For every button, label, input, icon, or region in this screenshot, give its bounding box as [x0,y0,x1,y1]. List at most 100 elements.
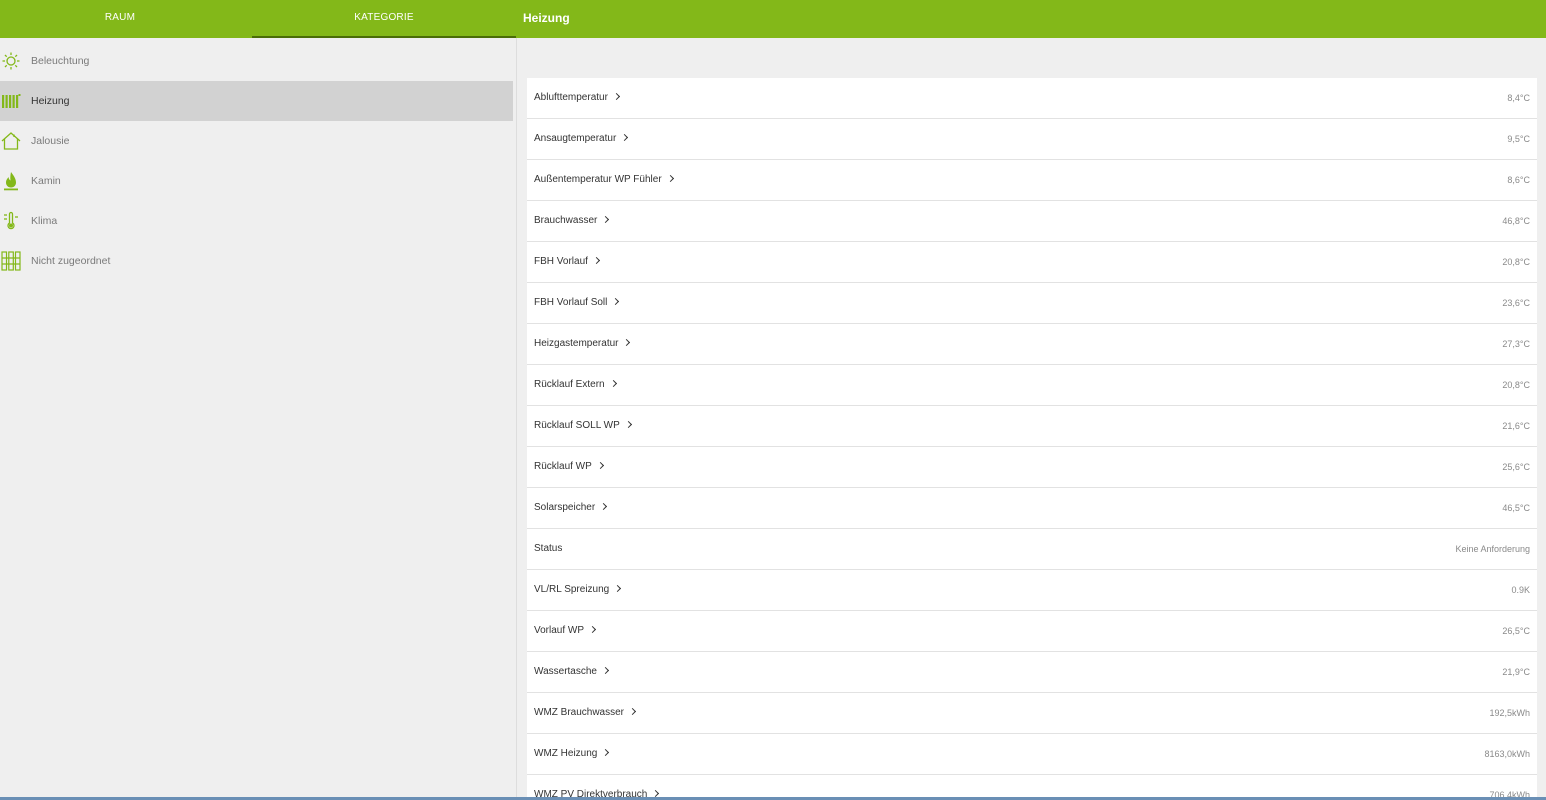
list-item-label: Vorlauf WP [534,625,585,636]
sidebar-item-klima[interactable]: Klima [0,201,513,241]
list-item-label: Rücklauf SOLL WP [534,420,620,431]
list-item[interactable]: Außentemperatur WP Fühler 8,6°C [527,160,1537,201]
chevron-right-icon [652,789,660,798]
sidebar-item-label: Kamin [31,175,61,187]
chevron-right-icon [588,625,597,634]
chevron-right-icon [666,174,674,183]
list-item-label: Ablufttemperatur [534,92,608,103]
list-item[interactable]: Rücklauf WP 25,6°C [527,447,1537,488]
sidebar-item-label: Nicht zugeordnet [31,255,111,267]
sidebar-item-label: Klima [31,215,58,227]
list-item-label: Brauchwasser [534,215,598,226]
list-item-value: 8,4°C [1507,93,1530,103]
radiator-icon [2,94,21,108]
list-item-name: Rücklauf SOLL WP [534,406,632,446]
list-item-label: Solarspeicher [534,502,596,513]
list-item-name: VL/RL Spreizung [534,570,622,610]
sidebar: Beleuchtung Heizung Jalousie Kamin Klima… [0,38,517,800]
tab-raum-label: RAUM [104,12,136,23]
list-item[interactable]: Status Keine Anforderung [527,529,1537,570]
chevron-right-icon [596,461,604,470]
list-item[interactable]: Vorlauf WP 26,5°C [527,611,1537,652]
chevron-right-icon [602,215,610,224]
tab-raum[interactable]: RAUM [0,0,240,38]
list-item-name: WMZ Brauchwasser [534,693,637,733]
house-icon [1,132,21,150]
sidebar-item-nicht-zugeordnet[interactable]: Nicht zugeordnet [0,241,513,281]
list-item-value: 27,3°C [1502,339,1530,349]
list-item-value: 26,5°C [1502,626,1530,636]
list-item-name: Brauchwasser [534,201,610,241]
list-item-label: Status [534,543,563,554]
list-item-name: Ansaugtemperatur [534,119,629,159]
chevron-right-icon [624,420,632,429]
list-item-name: Außentemperatur WP Fühler [534,160,674,200]
tab-kategorie-label: KATEGORIE [354,12,414,23]
thermometer-icon [4,211,18,230]
list-item-value: 8163,0kWh [1484,749,1530,759]
page-title: Heizung [523,11,570,25]
list-item-value: 8,6°C [1507,175,1530,185]
list-item[interactable]: VL/RL Spreizung 0.9K [527,570,1537,611]
list-item-value: 25,6°C [1502,462,1530,472]
sidebar-item-heizung[interactable]: Heizung [0,81,513,121]
list-item-value: 0.9K [1511,585,1530,595]
chevron-right-icon [592,256,600,265]
list-item-value: Keine Anforderung [1455,544,1530,554]
list-item-name: FBH Vorlauf [534,242,600,282]
list-item-name: Wassertasche [534,652,610,692]
value-list: Ablufttemperatur 8,4°C Ansaugtemperatur 9,5… [527,78,1537,800]
list-item-label: Rücklauf Extern [534,379,605,390]
list-item-name: Rücklauf WP [534,447,604,487]
list-item-value: 192,5kWh [1489,708,1530,718]
chevron-right-icon [621,133,629,142]
list-item[interactable]: Ansaugtemperatur 9,5°C [527,119,1537,160]
top-bar: RAUM KATEGORIE Heizung [0,0,1546,38]
list-item-value: 46,8°C [1502,216,1530,226]
chevron-right-icon [602,748,610,757]
flame-icon [4,172,18,191]
sidebar-item-kamin[interactable]: Kamin [0,161,513,201]
chevron-right-icon [600,502,608,511]
list-item[interactable]: FBH Vorlauf Soll 23,6°C [527,283,1537,324]
list-item-label: Ansaugtemperatur [534,133,617,144]
list-item[interactable]: Rücklauf Extern 20,8°C [527,365,1537,406]
content-area: Ablufttemperatur 8,4°C Ansaugtemperatur 9,5… [517,38,1546,800]
list-item-name: Status [534,529,562,569]
list-item-label: FBH Vorlauf [534,256,588,267]
list-item[interactable]: FBH Vorlauf 20,8°C [527,242,1537,283]
list-item-label: FBH Vorlauf Soll [534,297,608,308]
list-item[interactable]: Wassertasche 21,9°C [527,652,1537,693]
grid-icon [1,251,21,271]
list-item-value: 20,8°C [1502,380,1530,390]
sidebar-item-jalousie[interactable]: Jalousie [0,121,513,161]
list-item-value: 21,9°C [1502,667,1530,677]
list-item-value: 21,6°C [1502,421,1530,431]
list-item[interactable]: Rücklauf SOLL WP 21,6°C [527,406,1537,447]
chevron-right-icon [623,338,631,347]
list-item[interactable]: Solarspeicher 46,5°C [527,488,1537,529]
list-item-label: Rücklauf WP [534,461,592,472]
list-item-value: 20,8°C [1502,257,1530,267]
list-item-name: Heizgastemperatur [534,324,631,364]
list-item-label: WMZ Brauchwasser [534,707,625,718]
list-item[interactable]: Heizgastemperatur 27,3°C [527,324,1537,365]
sidebar-item-beleuchtung[interactable]: Beleuchtung [0,41,513,81]
sidebar-item-label: Beleuchtung [31,55,90,67]
chevron-right-icon [614,584,622,593]
list-item[interactable]: WMZ Brauchwasser 192,5kWh [527,693,1537,734]
list-item-value: 9,5°C [1507,134,1530,144]
list-item[interactable]: Brauchwasser 46,8°C [527,201,1537,242]
tab-kategorie[interactable]: KATEGORIE [252,0,516,38]
list-item-label: VL/RL Spreizung [534,584,610,595]
sidebar-item-label: Jalousie [31,135,70,147]
chevron-right-icon [612,92,620,101]
chevron-right-icon [612,297,620,306]
sidebar-item-label: Heizung [31,95,70,107]
list-item[interactable]: Ablufttemperatur 8,4°C [527,78,1537,119]
list-item-name: WMZ Heizung [534,734,610,774]
list-item-name: Vorlauf WP [534,611,597,651]
list-item-name: FBH Vorlauf Soll [534,283,620,323]
list-item[interactable]: WMZ Heizung 8163,0kWh [527,734,1537,775]
list-item-label: Außentemperatur WP Fühler [534,174,662,185]
